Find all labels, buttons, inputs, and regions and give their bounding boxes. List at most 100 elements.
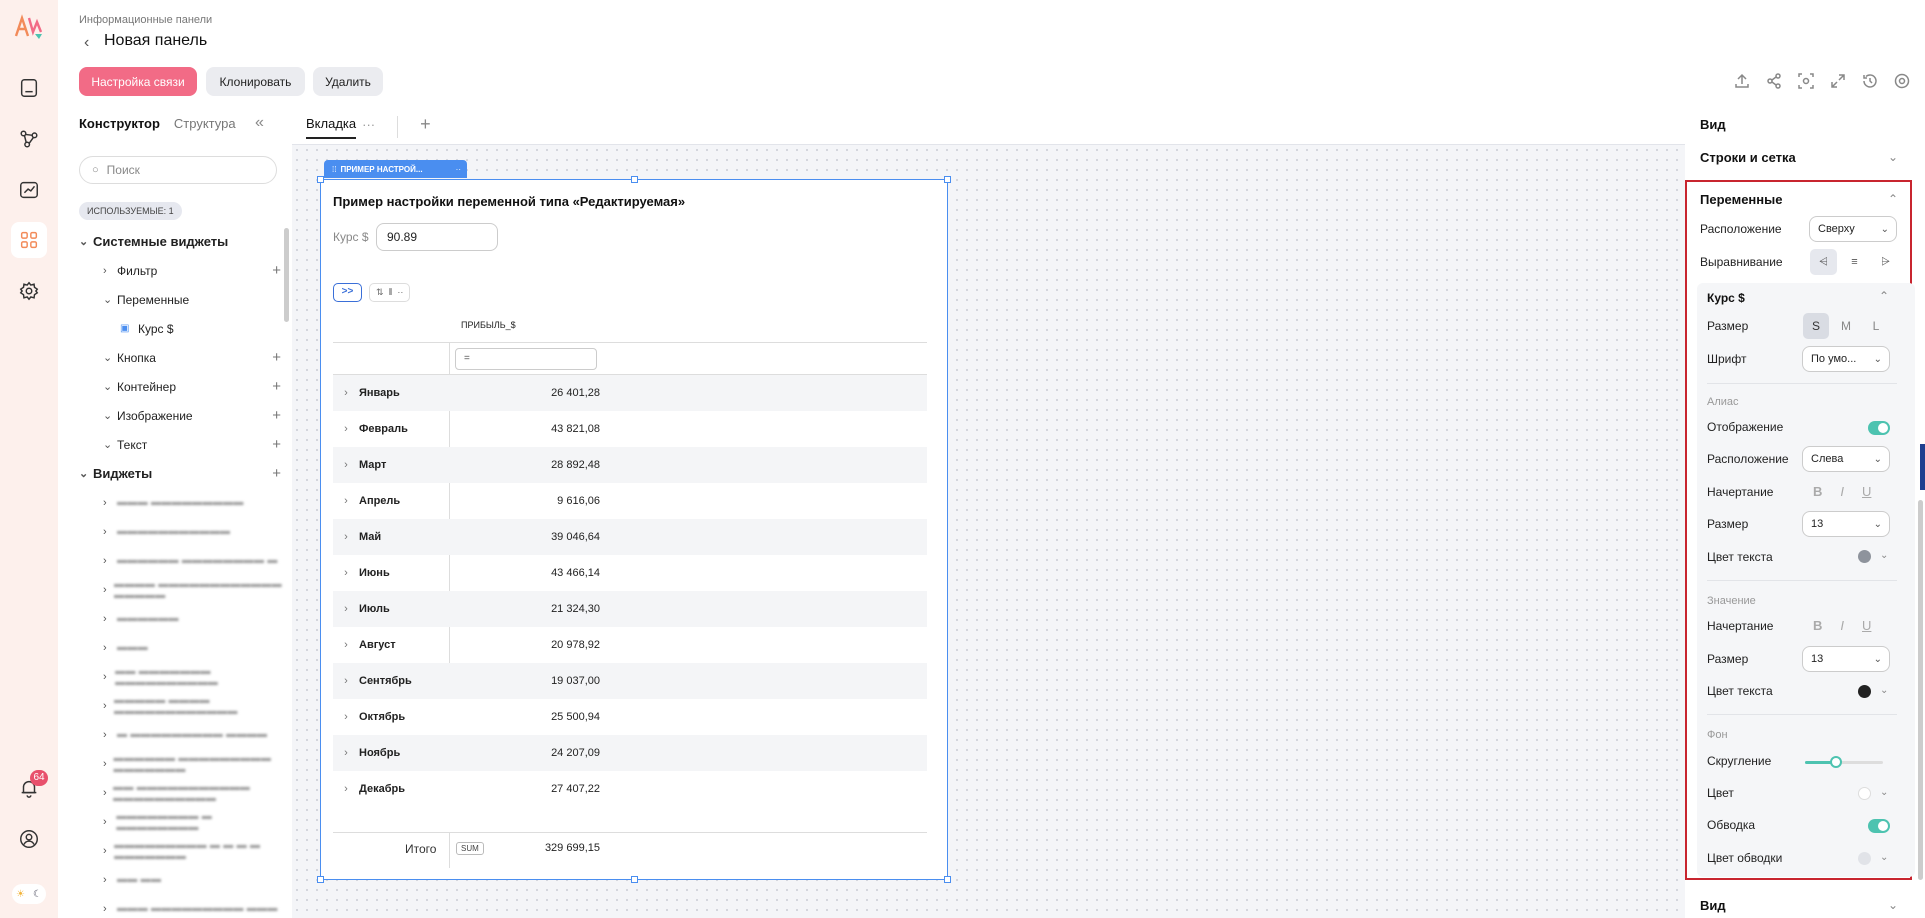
history-icon[interactable] [1861, 72, 1879, 90]
nav-settings[interactable] [11, 273, 47, 309]
chevron-right-icon[interactable]: › [333, 531, 359, 543]
table-row[interactable]: › Февраль 43 821,08 [333, 411, 927, 447]
tree-group-widgets[interactable]: ⌄ Виджеты + [79, 459, 289, 488]
size-m-button[interactable]: M [1833, 313, 1859, 339]
preview-icon[interactable] [1797, 72, 1815, 90]
chevron-up-icon[interactable]: ⌃ [1879, 289, 1889, 303]
chevron-right-icon[interactable]: › [333, 495, 359, 507]
chevron-right-icon[interactable]: › [333, 387, 359, 399]
tree-item-widget[interactable]: › ▬▬▬▬▬▬▬▬▬ ▬ ▬ ▬ ▬ ▬▬▬▬▬▬▬ [79, 836, 289, 865]
collapse-panel-icon[interactable]: « [255, 114, 264, 132]
chevron-right-icon[interactable]: › [333, 459, 359, 471]
tree-item-text[interactable]: ⌄ Текст + [79, 430, 289, 459]
resize-handle[interactable] [317, 176, 324, 183]
table-row[interactable]: › Март 28 892,48 [333, 447, 927, 483]
size-s-button[interactable]: S [1803, 313, 1829, 339]
align-left-icon[interactable]: ⩤ [1810, 249, 1837, 275]
table-row[interactable]: › Ноябрь 24 207,09 [333, 735, 927, 771]
clone-button[interactable]: Клонировать [206, 67, 305, 96]
tree-item-widget[interactable]: › ▬▬▬ ▬▬▬▬▬▬▬▬▬ ▬▬▬ [79, 894, 289, 918]
tree-item-widget[interactable]: › ▬▬▬▬▬▬ ▬▬▬▬▬▬▬▬ ▬ [79, 546, 289, 575]
chevron-right-icon[interactable]: › [333, 423, 359, 435]
value-size-select[interactable]: 13 ⌄ [1802, 646, 1890, 672]
share-icon[interactable] [1765, 72, 1783, 90]
resize-handle[interactable] [944, 876, 951, 883]
breadcrumb[interactable]: Информационные панели [79, 14, 212, 26]
app-logo-icon[interactable] [14, 14, 44, 40]
tree-item-variables[interactable]: ⌄ Переменные [79, 285, 289, 314]
italic-icon[interactable]: I [1840, 618, 1844, 633]
section-view-bottom[interactable]: Вид ⌄ [1700, 893, 1898, 917]
align-right-icon[interactable]: ⩥ [1872, 249, 1899, 275]
sort-icon[interactable]: ⇅ [376, 287, 384, 297]
columns-icon[interactable]: ⫴ [389, 287, 393, 297]
size-l-button[interactable]: L [1863, 313, 1889, 339]
add-tab-icon[interactable]: + [420, 114, 431, 135]
tree-group-system[interactable]: ⌄ Системные виджеты [79, 227, 289, 256]
underline-icon[interactable]: U [1862, 618, 1871, 633]
tree-item-widget[interactable]: › ▬▬ ▬▬▬▬▬▬▬▬▬▬▬ ▬▬▬▬▬▬▬▬▬▬ [79, 778, 289, 807]
column-filter-input[interactable]: = [455, 348, 597, 370]
nav-widgets[interactable] [11, 222, 47, 258]
widget-menu-icon[interactable]: ·· [456, 165, 461, 174]
align-center-icon[interactable]: ≡ [1841, 249, 1868, 275]
constructor-scrollbar[interactable] [284, 228, 289, 322]
section-rows-grid[interactable]: Строки и сетка ⌄ [1700, 145, 1898, 169]
tab-constructor[interactable]: Конструктор [79, 116, 160, 131]
chevron-right-icon[interactable]: › [333, 639, 359, 651]
more-icon[interactable]: ·· [397, 287, 403, 297]
tree-item-widget[interactable]: › ▬▬▬▬▬▬▬▬▬▬▬ [79, 517, 289, 546]
add-icon[interactable]: + [272, 436, 281, 453]
tab-main[interactable]: Вкладка [306, 116, 357, 139]
tree-item-widget[interactable]: › ▬▬ ▬▬ [79, 865, 289, 894]
table-row[interactable]: › Июнь 43 466,14 [333, 555, 927, 591]
border-toggle[interactable] [1868, 819, 1890, 833]
nav-graph[interactable] [11, 121, 47, 157]
table-row[interactable]: › Май 39 046,64 [333, 519, 927, 555]
expand-all-button[interactable]: >> [333, 283, 362, 302]
table-row[interactable]: › Сентябрь 19 037,00 [333, 663, 927, 699]
table-row[interactable]: › Июль 21 324,30 [333, 591, 927, 627]
add-icon[interactable]: + [272, 349, 281, 366]
chevron-down-icon[interactable]: ⌄ [1880, 852, 1888, 863]
placement-select[interactable]: Сверху ⌄ [1809, 216, 1897, 242]
rounding-slider[interactable] [1805, 756, 1883, 768]
more-icon[interactable]: ··· [362, 117, 375, 138]
resize-handle[interactable] [631, 176, 638, 183]
alias-placement-select[interactable]: Слева ⌄ [1802, 446, 1890, 472]
upload-icon[interactable] [1733, 72, 1751, 90]
resize-handle[interactable] [631, 876, 638, 883]
chevron-right-icon[interactable]: › [333, 567, 359, 579]
tree-item-widget[interactable]: › ▬▬▬▬▬▬ [79, 604, 289, 633]
section-variables[interactable]: Переменные ⌃ [1700, 187, 1898, 211]
tree-item-widget[interactable]: › ▬ ▬▬▬▬▬▬▬▬▬ ▬▬▬▬ [79, 720, 289, 749]
widget-tag[interactable]: ⁞⁞ ПРИМЕР НАСТРОЙ... ·· [324, 160, 467, 178]
pivot-widget[interactable]: Пример настройки переменной типа «Редакт… [317, 176, 951, 883]
font-select[interactable]: По умо... ⌄ [1802, 346, 1890, 372]
tree-item-variable-rate[interactable]: ▣ Курс $ [79, 314, 289, 343]
variable-input[interactable]: 90.89 [376, 223, 498, 251]
table-row[interactable]: › Декабрь 27 407,22 [333, 771, 927, 807]
resize-handle[interactable] [317, 876, 324, 883]
delete-button[interactable]: Удалить [313, 67, 383, 96]
settings-icon[interactable] [1893, 72, 1911, 90]
add-icon[interactable]: + [272, 378, 281, 395]
nav-profile[interactable] [11, 821, 47, 857]
tree-item-image[interactable]: ⌄ Изображение + [79, 401, 289, 430]
tree-item-widget[interactable]: › ▬▬▬▬▬▬▬▬ ▬ ▬▬▬▬▬▬▬▬ [79, 807, 289, 836]
chevron-down-icon[interactable]: ⌄ [1880, 787, 1888, 798]
chevron-right-icon[interactable]: › [333, 711, 359, 723]
chevron-right-icon[interactable]: › [333, 603, 359, 615]
resize-handle[interactable] [944, 176, 951, 183]
table-row[interactable]: › Апрель 9 616,06 [333, 483, 927, 519]
value-color-swatch[interactable] [1858, 685, 1871, 698]
table-tools[interactable]: ⇅ ⫴ ·· [369, 283, 411, 302]
search-input[interactable]: ○ Поиск [79, 156, 277, 184]
tree-item-widget[interactable]: › ▬▬▬ ▬▬▬▬▬▬▬▬▬ [79, 488, 289, 517]
drag-handle-icon[interactable]: ⁞⁞ [332, 165, 336, 174]
tab-structure[interactable]: Структура [174, 116, 236, 131]
display-toggle[interactable] [1868, 421, 1890, 435]
tree-item-widget[interactable]: › ▬▬▬▬ ▬▬▬▬▬▬▬▬▬▬▬▬ ▬▬▬▬▬ [79, 575, 289, 604]
add-icon[interactable]: + [272, 465, 281, 482]
chevron-right-icon[interactable]: › [333, 783, 359, 795]
